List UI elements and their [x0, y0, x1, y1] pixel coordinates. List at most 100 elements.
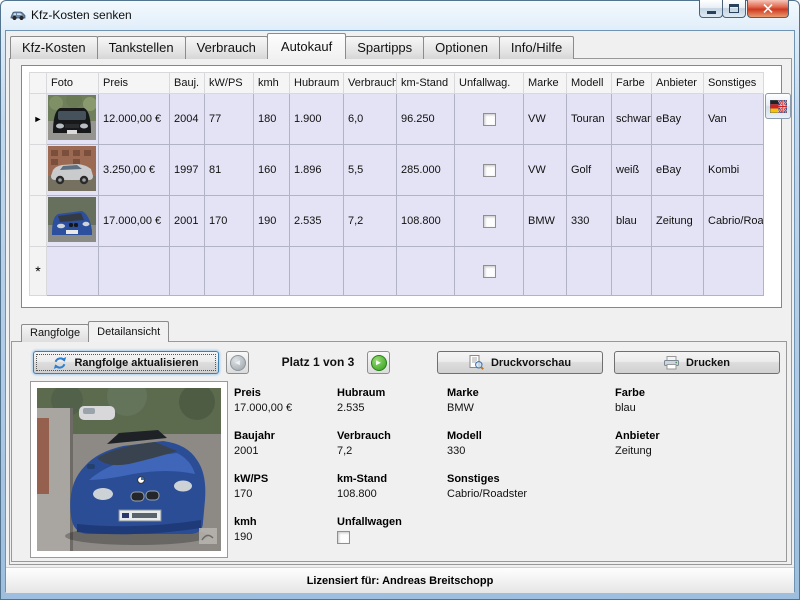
cell-verbrauch[interactable]: 5,5	[344, 145, 397, 196]
cell-anbieter[interactable]: eBay	[652, 94, 704, 145]
tab-optionen[interactable]: Optionen	[423, 36, 500, 59]
cell-empty[interactable]	[344, 247, 397, 296]
col-header-kmh[interactable]: kmh	[254, 73, 290, 94]
col-header-bauj[interactable]: Bauj.	[170, 73, 205, 94]
field-verbrauch: Verbrauch 7,2	[337, 429, 444, 459]
cell-modell[interactable]: Touran	[567, 94, 612, 145]
col-header-kmstand[interactable]: km-Stand	[397, 73, 455, 94]
cell-modell[interactable]: Golf	[567, 145, 612, 196]
cell-bauj[interactable]: 1997	[170, 145, 205, 196]
cell-sonstiges[interactable]: Kombi	[704, 145, 764, 196]
cell-bauj[interactable]: 2004	[170, 94, 205, 145]
close-button[interactable]	[747, 0, 789, 18]
col-header-modell[interactable]: Modell	[567, 73, 612, 94]
cell-empty[interactable]	[567, 247, 612, 296]
cell-empty[interactable]	[290, 247, 344, 296]
cell-hubraum[interactable]: 2.535	[290, 196, 344, 247]
cell-empty[interactable]	[99, 247, 170, 296]
cell-sonstiges[interactable]: Cabrio/Roadster	[704, 196, 764, 247]
cell-empty[interactable]	[47, 247, 99, 296]
cell-preis[interactable]: 17.000,00 €	[99, 196, 170, 247]
cell-marke[interactable]: BMW	[524, 196, 567, 247]
cell-kmstand[interactable]: 108.800	[397, 196, 455, 247]
field-modell: Modell 330	[447, 429, 612, 459]
cell-empty[interactable]	[397, 247, 455, 296]
col-header-hubraum[interactable]: Hubraum	[290, 73, 344, 94]
col-header-verbrauch[interactable]: Verbrauch	[344, 73, 397, 94]
cell-marke[interactable]: VW	[524, 145, 567, 196]
cell-farbe[interactable]: weiß	[612, 145, 652, 196]
cell-farbe[interactable]: blau	[612, 196, 652, 247]
maximize-button[interactable]	[722, 0, 746, 18]
tab-kfz-kosten[interactable]: Kfz-Kosten	[10, 36, 98, 59]
subtab-rangfolge[interactable]: Rangfolge	[21, 324, 89, 342]
cell-foto[interactable]	[47, 94, 99, 145]
print-preview-button[interactable]: Druckvorschau	[437, 351, 603, 374]
cell-hubraum[interactable]: 1.900	[290, 94, 344, 145]
tab-spartipps[interactable]: Spartipps	[345, 36, 424, 59]
grid-corner-cell[interactable]	[30, 73, 47, 94]
col-header-marke[interactable]: Marke	[524, 73, 567, 94]
row-header-current[interactable]: ►	[30, 94, 47, 145]
minimize-button[interactable]	[699, 0, 723, 18]
position-label: Platz 1 von 3	[270, 355, 366, 369]
row-header[interactable]	[30, 196, 47, 247]
unfallwagen-detail-checkbox[interactable]	[337, 531, 350, 544]
cell-kmstand[interactable]: 96.250	[397, 94, 455, 145]
col-header-sonstiges[interactable]: Sonstiges	[704, 73, 764, 94]
cell-kmstand[interactable]: 285.000	[397, 145, 455, 196]
col-header-unfallwag[interactable]: Unfallwag.	[455, 73, 524, 94]
maximize-icon	[729, 4, 739, 13]
tab-tankstellen[interactable]: Tankstellen	[97, 36, 186, 59]
previous-button[interactable]: ◄	[226, 351, 249, 374]
cell-farbe[interactable]: schwarz	[612, 94, 652, 145]
cell-foto[interactable]	[47, 196, 99, 247]
cell-kwps[interactable]: 170	[205, 196, 254, 247]
next-button[interactable]: ►	[367, 351, 390, 374]
col-header-farbe[interactable]: Farbe	[612, 73, 652, 94]
cell-kmh[interactable]: 190	[254, 196, 290, 247]
subtab-detailansicht[interactable]: Detailansicht	[88, 321, 169, 342]
print-button[interactable]: Drucken	[614, 351, 780, 374]
row-header[interactable]	[30, 145, 47, 196]
cell-sonstiges[interactable]: Van	[704, 94, 764, 145]
field-value: blau	[615, 401, 755, 416]
new-row-header[interactable]: *	[30, 247, 47, 296]
title-bar[interactable]: Kfz-Kosten senken	[0, 0, 800, 30]
cell-empty[interactable]	[652, 247, 704, 296]
col-header-foto[interactable]: Foto	[47, 73, 99, 94]
cell-preis[interactable]: 3.250,00 €	[99, 145, 170, 196]
col-header-anbieter[interactable]: Anbieter	[652, 73, 704, 94]
cell-preis[interactable]: 12.000,00 €	[99, 94, 170, 145]
cell-empty[interactable]	[170, 247, 205, 296]
update-ranking-button[interactable]: Rangfolge aktualisieren	[33, 351, 219, 374]
language-toggle-button[interactable]	[765, 93, 791, 119]
cell-empty[interactable]	[612, 247, 652, 296]
cell-kmh[interactable]: 180	[254, 94, 290, 145]
cell-empty[interactable]	[205, 247, 254, 296]
cell-empty[interactable]	[704, 247, 764, 296]
cell-kmh[interactable]: 160	[254, 145, 290, 196]
cell-anbieter[interactable]: Zeitung	[652, 196, 704, 247]
cell-empty[interactable]	[254, 247, 290, 296]
col-header-kwps[interactable]: kW/PS	[205, 73, 254, 94]
cell-hubraum[interactable]: 1.896	[290, 145, 344, 196]
unfallwagen-checkbox[interactable]	[483, 113, 496, 126]
tab-verbrauch[interactable]: Verbrauch	[185, 36, 268, 59]
col-header-preis[interactable]: Preis	[99, 73, 170, 94]
cell-verbrauch[interactable]: 7,2	[344, 196, 397, 247]
cell-bauj[interactable]: 2001	[170, 196, 205, 247]
unfallwagen-checkbox[interactable]	[483, 265, 496, 278]
tab-autokauf[interactable]: Autokauf	[267, 33, 346, 59]
cell-verbrauch[interactable]: 6,0	[344, 94, 397, 145]
tab-info-hilfe[interactable]: Info/Hilfe	[499, 36, 574, 59]
cell-kwps[interactable]: 77	[205, 94, 254, 145]
cell-anbieter[interactable]: eBay	[652, 145, 704, 196]
cell-modell[interactable]: 330	[567, 196, 612, 247]
unfallwagen-checkbox[interactable]	[483, 215, 496, 228]
cell-kwps[interactable]: 81	[205, 145, 254, 196]
unfallwagen-checkbox[interactable]	[483, 164, 496, 177]
cell-foto[interactable]	[47, 145, 99, 196]
cell-marke[interactable]: VW	[524, 94, 567, 145]
cell-empty[interactable]	[524, 247, 567, 296]
